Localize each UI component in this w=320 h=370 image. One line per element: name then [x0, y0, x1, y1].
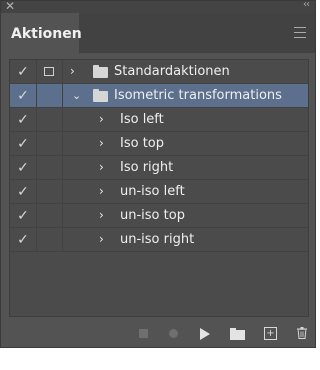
- chevron-right-icon[interactable]: ›: [99, 156, 104, 179]
- action-row[interactable]: ✓ › un-iso left: [10, 180, 308, 204]
- hamburger-menu-icon[interactable]: [294, 27, 306, 38]
- record-icon[interactable]: [169, 329, 178, 338]
- actions-list: ✓ › Standardaktionen ✓ ⌄ Isometric trans…: [9, 59, 309, 317]
- dialog-toggle[interactable]: [36, 132, 63, 155]
- folder-icon: [93, 89, 108, 102]
- action-label: Iso top: [120, 136, 164, 151]
- new-action-icon[interactable]: +: [264, 327, 277, 340]
- toggle-check-icon[interactable]: ✓: [10, 108, 37, 131]
- chevron-right-icon[interactable]: ›: [99, 204, 104, 227]
- chevron-down-icon[interactable]: ⌄: [72, 84, 81, 107]
- dialog-toggle[interactable]: [36, 60, 63, 83]
- chevron-right-icon[interactable]: ›: [99, 108, 104, 131]
- action-row[interactable]: ✓ › Iso left: [10, 108, 308, 132]
- actions-toolbar: +: [1, 321, 315, 347]
- dialog-toggle[interactable]: [36, 228, 63, 251]
- action-row[interactable]: ✓ › un-iso top: [10, 204, 308, 228]
- tab-aktionen[interactable]: Aktionen: [1, 13, 82, 53]
- folder-icon: [93, 65, 108, 78]
- action-label: un-iso right: [120, 232, 195, 247]
- chevron-right-icon[interactable]: ›: [70, 60, 75, 83]
- action-row[interactable]: ✓ › Iso right: [10, 156, 308, 180]
- actions-panel: ✕ ‹‹ Aktionen ✓ › Standardaktionen ✓ ⌄ I…: [0, 0, 316, 348]
- play-icon[interactable]: [200, 328, 210, 340]
- action-label: Iso right: [120, 160, 174, 175]
- dialog-toggle[interactable]: [36, 84, 63, 107]
- toggle-check-icon[interactable]: ✓: [10, 180, 37, 203]
- toggle-check-icon[interactable]: ✓: [10, 60, 37, 83]
- action-label: Iso left: [120, 112, 164, 127]
- action-row[interactable]: ✓ › un-iso right: [10, 228, 308, 252]
- panel-titlebar: ✕ ‹‹: [1, 0, 315, 13]
- close-icon[interactable]: ✕: [5, 0, 15, 12]
- chevron-right-icon[interactable]: ›: [99, 132, 104, 155]
- action-set-label: Isometric transformations: [114, 88, 282, 103]
- action-set-label: Standardaktionen: [114, 64, 230, 79]
- dialog-toggle[interactable]: [36, 108, 63, 131]
- action-label: un-iso left: [120, 184, 185, 199]
- dialog-box-icon: [44, 67, 54, 76]
- toggle-check-icon[interactable]: ✓: [10, 228, 37, 251]
- toggle-check-icon[interactable]: ✓: [10, 84, 37, 107]
- chevron-right-icon[interactable]: ›: [99, 180, 104, 203]
- dialog-toggle[interactable]: [36, 156, 63, 179]
- dialog-toggle[interactable]: [36, 180, 63, 203]
- dialog-toggle[interactable]: [36, 204, 63, 227]
- toggle-check-icon[interactable]: ✓: [10, 132, 37, 155]
- tab-row: Aktionen: [1, 13, 315, 53]
- new-set-folder-icon[interactable]: [230, 328, 245, 340]
- trash-icon[interactable]: [297, 327, 307, 339]
- action-set-row-selected[interactable]: ✓ ⌄ Isometric transformations: [10, 84, 308, 108]
- stop-icon[interactable]: [139, 329, 148, 338]
- toggle-check-icon[interactable]: ✓: [10, 204, 37, 227]
- toggle-check-icon[interactable]: ✓: [10, 156, 37, 179]
- chevron-right-icon[interactable]: ›: [99, 228, 104, 251]
- action-set-row[interactable]: ✓ › Standardaktionen: [10, 60, 308, 84]
- action-label: un-iso top: [120, 208, 185, 223]
- collapse-icon[interactable]: ‹‹: [303, 0, 310, 11]
- action-row[interactable]: ✓ › Iso top: [10, 132, 308, 156]
